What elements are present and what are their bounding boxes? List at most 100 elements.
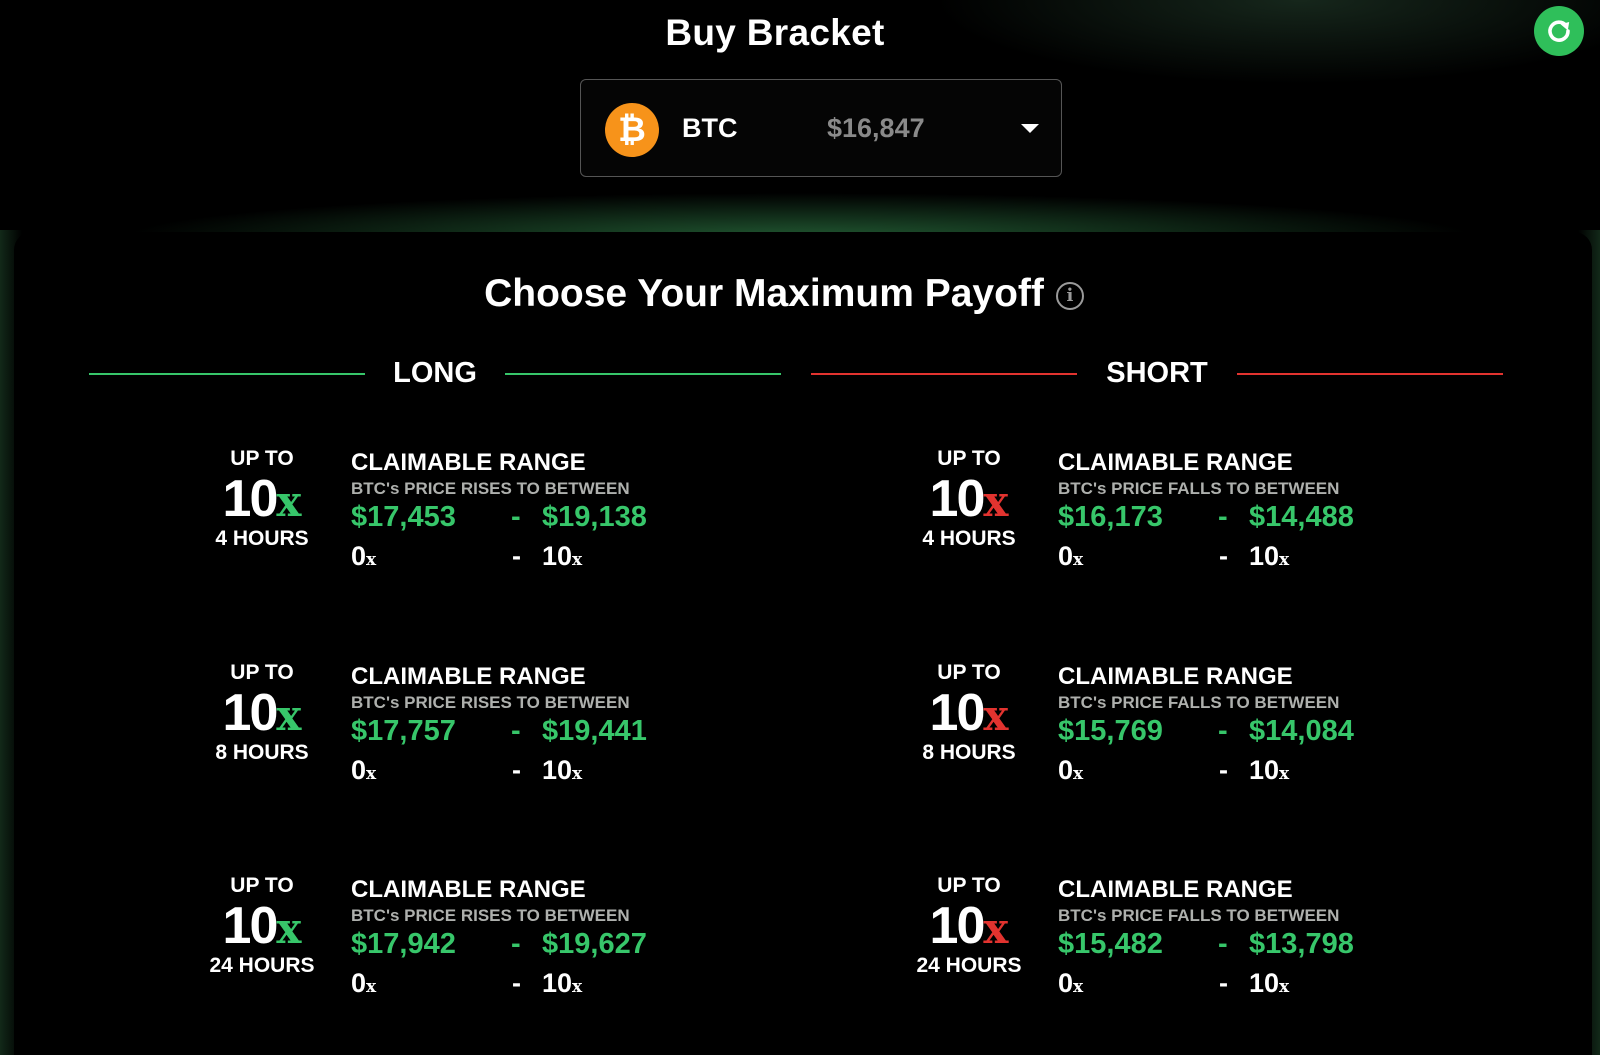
max-multiplier: 10x [207,683,317,743]
multiplier-x: x [983,904,1009,953]
low-multiplier-x: x [366,977,377,997]
range-low-multiplier: 0x [351,541,376,572]
claimable-range-subtitle: BTC's PRICE FALLS TO BETWEEN [1058,693,1340,712]
price-separator: - [511,501,521,533]
high-multiplier-x: x [572,550,583,570]
claimable-range-title: CLAIMABLE RANGE [1058,663,1293,690]
range-low-price: $17,757 [351,715,456,747]
range-low-price: $16,173 [1058,501,1163,533]
high-multiplier-value: 10 [1249,755,1280,785]
claimable-range-title: CLAIMABLE RANGE [351,449,586,476]
range-low-multiplier: 0x [351,755,376,786]
short-payoff-option[interactable]: UP TO 10x 8 HOURS CLAIMABLE RANGE BTC's PRIC… [914,661,1374,811]
asset-price: $16,847 [827,113,925,143]
range-low-multiplier: 0x [1058,541,1083,572]
multiplier-separator: - [512,541,521,571]
duration-label: 8 HOURS [922,741,1016,764]
max-multiplier: 10x [914,469,1024,529]
up-to-label: UP TO [937,447,1001,470]
short-label: SHORT [1106,357,1208,389]
range-low-multiplier: 0x [1058,755,1083,786]
claimable-range-title: CLAIMABLE RANGE [351,663,586,690]
up-to-label: UP TO [230,661,294,684]
range-low-price: $17,453 [351,501,456,533]
long-payoff-option[interactable]: UP TO 10x 8 HOURS CLAIMABLE RANGE BTC's PRIC… [207,661,667,811]
multiplier-value: 10 [929,470,986,528]
range-low-multiplier: 0x [351,968,376,999]
range-high-price: $19,441 [542,715,647,747]
low-multiplier-value: 0 [1058,541,1074,571]
up-to-label: UP TO [937,661,1001,684]
claimable-range-title: CLAIMABLE RANGE [1058,876,1293,903]
multiplier-value: 10 [222,684,279,742]
asset-selector[interactable]: ₿ BTC $16,847 [580,79,1062,177]
multiplier-value: 10 [222,470,279,528]
multiplier-separator: - [1219,968,1228,998]
low-multiplier-x: x [1073,977,1084,997]
low-multiplier-value: 0 [1058,755,1074,785]
multiplier-separator: - [1219,755,1228,785]
duration-label: 8 HOURS [215,741,309,764]
low-multiplier-x: x [366,550,377,570]
up-to-label: UP TO [937,874,1001,897]
short-payoff-option[interactable]: UP TO 10x 4 HOURS CLAIMABLE RANGE BTC's PRIC… [914,447,1374,597]
asset-symbol: BTC [682,113,738,143]
multiplier-separator: - [512,755,521,785]
price-separator: - [1218,501,1228,533]
claimable-range-subtitle: BTC's PRICE RISES TO BETWEEN [351,906,630,925]
range-high-price: $13,798 [1249,928,1354,960]
high-multiplier-x: x [572,977,583,997]
range-high-multiplier: 10x [542,968,582,999]
multiplier-value: 10 [222,897,279,955]
refresh-icon [1548,20,1570,42]
price-separator: - [511,928,521,960]
claimable-range-subtitle: BTC's PRICE FALLS TO BETWEEN [1058,479,1340,498]
max-multiplier: 10x [914,896,1024,956]
low-multiplier-value: 0 [351,968,367,998]
range-high-price: $14,084 [1249,715,1354,747]
range-high-price: $14,488 [1249,501,1354,533]
range-low-multiplier: 0x [1058,968,1083,999]
claimable-range-subtitle: BTC's PRICE RISES TO BETWEEN [351,693,630,712]
max-multiplier: 10x [207,469,317,529]
bitcoin-icon: ₿ [605,103,659,157]
range-high-price: $19,138 [542,501,647,533]
short-payoff-option[interactable]: UP TO 10x 24 HOURS CLAIMABLE RANGE BTC's PRI… [914,874,1374,1024]
low-multiplier-value: 0 [351,541,367,571]
multiplier-x: x [276,904,302,953]
price-separator: - [1218,928,1228,960]
high-multiplier-x: x [1279,764,1290,784]
refresh-button[interactable] [1534,6,1584,56]
short-section-header: SHORT [0,355,1600,395]
range-high-multiplier: 10x [542,755,582,786]
multiplier-value: 10 [929,897,986,955]
range-high-multiplier: 10x [1249,755,1289,786]
low-multiplier-value: 0 [351,755,367,785]
low-multiplier-x: x [1073,764,1084,784]
high-multiplier-value: 10 [542,755,573,785]
high-multiplier-x: x [1279,550,1290,570]
high-multiplier-x: x [572,764,583,784]
page-title: Buy Bracket [665,12,885,53]
multiplier-separator: - [512,968,521,998]
caret-down-icon[interactable] [1021,124,1039,133]
long-payoff-option[interactable]: UP TO 10x 4 HOURS CLAIMABLE RANGE BTC's PRIC… [207,447,667,597]
range-low-price: $17,942 [351,928,456,960]
range-high-price: $19,627 [542,928,647,960]
low-multiplier-x: x [1073,550,1084,570]
claimable-range-subtitle: BTC's PRICE FALLS TO BETWEEN [1058,906,1340,925]
range-high-multiplier: 10x [1249,541,1289,572]
price-separator: - [511,715,521,747]
claimable-range-title: CLAIMABLE RANGE [351,876,586,903]
high-multiplier-value: 10 [1249,541,1280,571]
multiplier-value: 10 [929,684,986,742]
range-low-price: $15,482 [1058,928,1163,960]
info-icon[interactable]: i [1055,282,1084,310]
duration-label: 24 HOURS [209,954,315,977]
high-multiplier-x: x [1279,977,1290,997]
low-multiplier-value: 0 [1058,968,1074,998]
duration-label: 24 HOURS [916,954,1022,977]
long-payoff-option[interactable]: UP TO 10x 24 HOURS CLAIMABLE RANGE BTC's PRI… [207,874,667,1024]
payoff-title-text: Choose Your Maximum Payoff [484,272,1044,315]
price-separator: - [1218,715,1228,747]
